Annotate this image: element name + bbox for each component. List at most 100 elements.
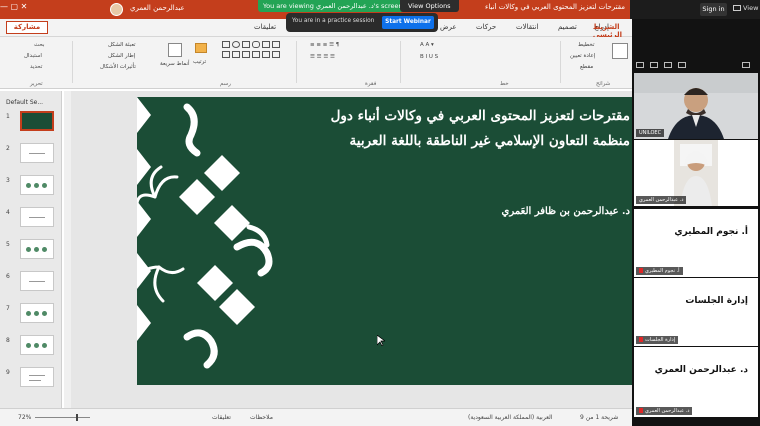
slide-thumbnail-9[interactable] [20,367,54,387]
select-button[interactable]: تحديد [30,64,42,70]
tab-transitions[interactable]: انتقالات [516,23,538,31]
practice-session-text: You are in a practice session [292,18,375,24]
shape-effects-button[interactable]: تأثيرات الأشكال [100,64,136,70]
layout-button[interactable]: تخطيط [578,42,594,48]
thumbnail-scrollbar[interactable] [64,91,71,408]
quick-styles-button[interactable]: أنماط سريعة [160,61,190,67]
avatar[interactable] [110,3,123,16]
thumb-number: 3 [6,177,10,184]
font-group-label: خط [500,81,509,87]
zoom-level[interactable]: 72% [18,414,31,421]
reset-button[interactable]: إعادة تعيين [570,53,595,59]
participant-name: د. عبدالرحمن العمري [654,365,748,375]
arrow-shape[interactable] [232,51,240,58]
layout-icon[interactable] [650,62,658,68]
participant-name-tile[interactable]: د. عبدالرحمن العمري د. عبدالرحمن العمري [634,347,758,417]
zoom-slider[interactable] [35,417,90,418]
share-button[interactable]: مشاركة [6,21,48,34]
rectangle-shape[interactable] [242,41,250,48]
shape-outline-button[interactable]: إطار الشكل [108,53,135,59]
slide-counter: شريحة 1 من 9 [580,414,619,421]
oval-shape[interactable] [232,41,240,48]
participant-name-tag: أ. نجوم المطيري [636,267,683,275]
tab-animations[interactable]: حركات [476,23,496,31]
view-options-button[interactable]: View Options [400,0,459,12]
slide-thumbnail-5[interactable] [20,239,54,259]
triangle-shape[interactable] [242,51,250,58]
participant-video-tile[interactable]: د. عبدالرحمن العمري [634,140,758,206]
participant-video-tile[interactable]: UNILOEC [634,73,758,139]
align-tools[interactable]: ☰ ☰ ☰ ☰ [310,54,335,60]
notes-button[interactable]: ملاحظات [250,414,273,421]
slide-title[interactable]: مقترحات لتعزيز المحتوى العربي في وكالات … [300,104,630,154]
slide-thumbnail-7[interactable] [20,303,54,323]
slide-thumbnail-3[interactable] [20,175,54,195]
brace-shape[interactable] [262,51,270,58]
muted-mic-icon [639,268,643,273]
tab-view[interactable]: عرض [440,23,457,31]
slide-thumbnails-pane: Default Se... 1 2 3 4 5 6 7 8 9 [0,91,62,408]
language-indicator[interactable]: العربية (المملكة العربية السعودية) [468,414,553,421]
window-controls[interactable]: — ▢ ✕ [0,2,27,11]
curve-shape[interactable] [272,51,280,58]
participant-name-tile[interactable]: إدارة الجلسات إدارة الجلسات [634,278,758,346]
rounded-rect-shape[interactable] [252,41,260,48]
muted-mic-icon [639,337,643,342]
mouse-cursor-icon [377,335,385,346]
section-button[interactable]: مقطع [580,64,593,70]
minimize-icon[interactable] [636,62,644,68]
rectangle-shape[interactable] [272,41,280,48]
arrow-shape[interactable] [252,51,260,58]
separator [400,41,401,83]
arrange-button[interactable]: ترتيب [193,59,206,65]
separator [296,41,297,83]
gallery-view-icon[interactable] [678,62,686,68]
quick-styles-icon [168,43,182,57]
find-button[interactable]: بحث [34,42,44,48]
rectangle-shape[interactable] [262,41,270,48]
start-webinar-button[interactable]: Start Webinar [382,16,434,29]
viewing-name: د. عبدالرحمن العمري's screen [315,2,403,10]
slides-group-label: شرائح [596,81,611,87]
screen: — ▢ ✕ عبدالرحمن العمري مقترحات لتعزيز ال… [0,0,760,426]
slide-thumbnail-2[interactable] [20,143,54,163]
grid-icon[interactable] [742,62,750,68]
viewing-prefix: You are viewing [263,2,314,10]
speaker-view-icon[interactable] [664,62,672,68]
gallery-toolbar [632,58,760,72]
slide-thumbnail-6[interactable] [20,271,54,291]
participants-panel: UNILOEC د. عبدالرحمن العمري أ. نجوم المط… [632,19,760,426]
participant-name-tag: إدارة الجلسات [636,336,679,344]
participant-tag-label: أ. نجوم المطيري [645,268,680,274]
editing-group-label: تحرير [30,81,43,87]
comments-button[interactable]: تعليقات [212,414,231,421]
paragraph-tools[interactable]: ≡ ≡ ≡ ☰ ¶ [310,42,339,48]
font-tools[interactable]: A A ▾ [420,42,434,48]
section-header[interactable]: Default Se... [6,99,43,106]
replace-button[interactable]: استبدال [24,53,42,59]
participant-name-tile[interactable]: أ. نجوم المطيري أ. نجوم المطيري [634,209,758,277]
shape-fill-button[interactable]: تعبئة الشكل [108,42,136,48]
slide-thumbnail-8[interactable] [20,335,54,355]
file-title: مقترحات لتعزيز المحتوى العربي في وكالات … [485,3,625,11]
signed-in-user[interactable]: عبدالرحمن العمري [130,4,185,12]
thumb-number: 8 [6,337,10,344]
sign-in-button[interactable]: Sign in [700,3,727,16]
slide-thumbnail-1[interactable] [20,111,54,131]
new-slide-icon[interactable] [612,43,628,59]
view-button[interactable]: View [733,4,758,12]
viewing-indicator: You are viewing د. عبدالرحمن العمري's sc… [258,0,408,12]
thumb-number: 7 [6,305,10,312]
slide-thumbnail-4[interactable] [20,207,54,227]
view-label: View [743,4,759,12]
participant-name: أ. نجوم المطيري [674,227,748,237]
status-bar: 72% تعليقات ملاحظات العربية (المملكة الع… [0,408,632,426]
participant-tag-label: إدارة الجلسات [645,337,676,343]
rectangle-shape[interactable] [222,41,230,48]
line-shape[interactable] [222,51,230,58]
zoom-slider-handle[interactable] [76,414,78,421]
slide-author[interactable]: د. عبدالرحمن بن ظافر العَمري [502,206,631,217]
tab-design[interactable]: تصميم [558,23,577,31]
font-style-tools[interactable]: B I U S [420,54,438,60]
tab-comments[interactable]: تعليقات [254,23,276,31]
